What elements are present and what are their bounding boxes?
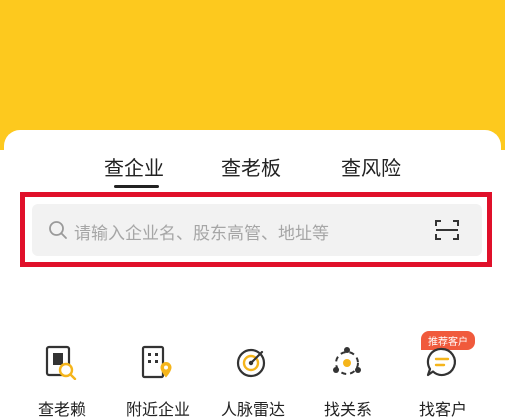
shortcut-label: 找客户 — [418, 400, 467, 419]
shortcut-customer[interactable]: 找客户 — [401, 344, 485, 419]
debtor-search-icon — [45, 345, 77, 380]
search-icon — [49, 221, 67, 239]
tab-risk[interactable]: 查风险 — [341, 152, 401, 181]
scan-icon[interactable] — [434, 218, 460, 242]
search-placeholder: 请输入企业名、股东高管、地址等 — [74, 224, 329, 244]
shortcut-nearby[interactable]: 附近企业 — [116, 344, 200, 419]
shortcut-relation[interactable]: 找关系 — [306, 344, 390, 419]
radar-icon — [236, 348, 266, 378]
shortcut-debtor[interactable]: 查老赖 — [20, 344, 104, 419]
shortcut-label: 查老赖 — [37, 400, 86, 419]
shortcut-label: 人脉雷达 — [220, 400, 285, 419]
tab-company[interactable]: 查企业 — [104, 152, 164, 181]
search-tabs: 查企业 查老板 查风险 — [0, 152, 505, 192]
chat-customer-icon — [426, 347, 456, 377]
shortcut-radar[interactable]: 人脉雷达 — [211, 344, 295, 419]
network-icon — [333, 347, 361, 375]
tab-boss[interactable]: 查老板 — [221, 152, 281, 181]
active-tab-indicator — [114, 185, 159, 188]
nearby-building-icon — [141, 345, 172, 379]
shortcut-label: 找关系 — [323, 400, 372, 419]
shortcut-label: 附近企业 — [125, 400, 190, 419]
search-input[interactable]: 请输入企业名、股东高管、地址等 — [32, 204, 482, 256]
top-banner — [0, 0, 505, 150]
